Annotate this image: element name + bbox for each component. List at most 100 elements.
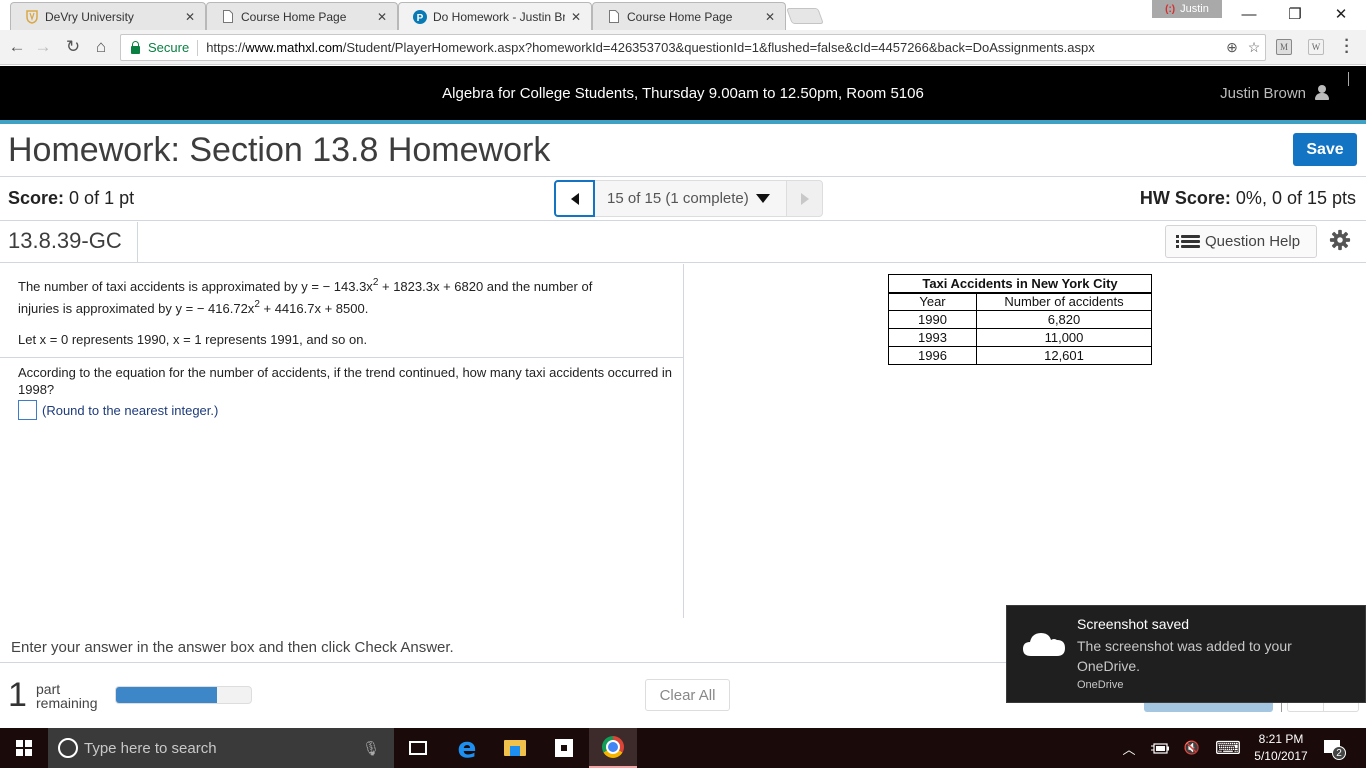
caret-down-icon (755, 194, 770, 203)
task-view-button[interactable] (394, 728, 442, 768)
question-select-dropdown[interactable]: 15 of 15 (1 complete) (595, 180, 786, 217)
question-equations: The number of taxi accidents is approxim… (18, 276, 678, 320)
profile-icon: (:) (1165, 3, 1176, 15)
tab-course-home-page[interactable]: Course Home Page ✕ (206, 2, 398, 30)
store-icon (555, 739, 573, 757)
question-score: Score: 0 of 1 pt (8, 188, 134, 209)
table-cell-year: 1996 (888, 346, 977, 365)
address-bar[interactable]: Secure https://www.mathxl.com/Student/Pl… (120, 34, 1266, 61)
zoom-icon[interactable]: ⊕ (1221, 39, 1243, 56)
question-prompt: According to the equation for the number… (18, 365, 672, 397)
accidents-equation-text-cont: + 1823.3x + 6820 and the number of (378, 279, 593, 294)
browser-toolbar: ← → ↻ ⌂ Secure https://www.mathxl.com/St… (0, 30, 1366, 65)
toast-title: Screenshot saved (1077, 616, 1190, 632)
close-window-button[interactable]: ✕ (1318, 0, 1364, 28)
table-header-row: Year Number of accidents (888, 292, 1152, 311)
table-cell-accidents: 12,601 (976, 346, 1152, 365)
close-icon[interactable]: ✕ (377, 10, 387, 24)
battery-icon[interactable] (1148, 728, 1172, 768)
toast-app-name: OneDrive (1077, 679, 1124, 691)
taskbar-search-box[interactable]: Type here to search 🎙 (48, 728, 394, 768)
question-select-value: 15 of 15 (1 complete) (607, 190, 749, 207)
extension-w-icon[interactable]: W (1308, 39, 1324, 55)
url-text[interactable]: https://www.mathxl.com/Student/PlayerHom… (206, 40, 1221, 55)
header-divider (1348, 72, 1349, 86)
start-button[interactable] (0, 728, 48, 768)
forward-button[interactable]: → (32, 36, 54, 58)
file-explorer-icon (504, 740, 526, 756)
previous-question-button[interactable] (554, 180, 595, 217)
tab-title: Course Home Page (627, 9, 733, 24)
question-navigator: 15 of 15 (1 complete) (554, 180, 823, 217)
close-icon[interactable]: ✕ (571, 10, 581, 24)
save-button[interactable]: Save (1293, 133, 1357, 166)
taskbar-chrome[interactable] (589, 728, 637, 768)
secure-label: Secure (148, 40, 190, 55)
divider (0, 262, 1366, 263)
injuries-equation-text: injuries is approximated by y = − 416.72… (18, 301, 255, 316)
windows-logo-icon (16, 740, 32, 756)
clock-date: 5/10/2017 (1254, 749, 1308, 763)
touch-keyboard-icon[interactable]: ⌨ (1214, 728, 1242, 768)
onedrive-notification[interactable]: Screenshot saved The screenshot was adde… (1006, 605, 1366, 703)
extension-m-icon[interactable]: M (1276, 39, 1292, 55)
table-cell-year: 1990 (888, 310, 977, 329)
back-button[interactable]: ← (6, 36, 28, 58)
toast-body: The screenshot was added to your OneDriv… (1077, 638, 1292, 674)
table-cell-accidents: 6,820 (976, 310, 1152, 329)
answer-hint: (Round to the nearest integer.) (42, 402, 219, 418)
microphone-icon[interactable]: 🎙 (362, 740, 380, 757)
tab-do-homework[interactable]: P Do Homework - Justin Br ✕ (398, 2, 592, 30)
user-icon[interactable] (1315, 85, 1329, 101)
question-id-separator (137, 222, 138, 262)
home-button[interactable]: ⌂ (90, 36, 112, 58)
minimize-button[interactable]: — (1226, 0, 1272, 28)
action-center-button[interactable]: 2 (1322, 738, 1346, 760)
restore-button[interactable]: ❐ (1272, 0, 1318, 28)
show-hidden-icons-chevron[interactable]: ︿ (1118, 728, 1140, 768)
url-path: /Student/PlayerHomework.aspx?homeworkId=… (342, 40, 1095, 55)
table-cell-accidents: 11,000 (976, 328, 1152, 347)
new-tab-button[interactable] (786, 8, 824, 24)
parts-remaining-count: 1 (8, 676, 27, 714)
divider (0, 176, 1366, 177)
list-icon (1176, 234, 1200, 250)
gear-icon[interactable] (1329, 229, 1351, 251)
question-help-button[interactable]: Question Help (1165, 225, 1317, 258)
taskbar-store[interactable] (540, 728, 588, 768)
clear-all-button[interactable]: Clear All (645, 679, 730, 711)
chrome-icon (602, 736, 624, 758)
next-question-button[interactable] (786, 180, 823, 217)
close-icon[interactable]: ✕ (185, 10, 195, 24)
profile-name: Justin (1180, 3, 1209, 15)
course-title: Algebra for College Students, Thursday 9… (442, 85, 924, 102)
tab-course-home-page-2[interactable]: Course Home Page ✕ (592, 2, 786, 30)
devry-shield-icon (25, 9, 39, 24)
page-title: Homework: Section 13.8 Homework (8, 131, 551, 169)
user-name[interactable]: Justin Brown (1220, 85, 1306, 102)
taskbar-edge[interactable]: e (443, 728, 491, 768)
triangle-left-icon (570, 192, 579, 205)
question-divider (0, 357, 684, 358)
taskbar-clock[interactable]: 8:21 PM 5/10/2017 (1246, 731, 1316, 765)
taskbar-file-explorer[interactable] (491, 728, 539, 768)
page-icon (607, 10, 621, 24)
reload-button[interactable]: ↻ (62, 36, 84, 58)
tab-devry-university[interactable]: DeVry University ✕ (10, 2, 206, 30)
parts-remaining-label: part remaining (36, 682, 97, 710)
tab-title: DeVry University (45, 9, 134, 24)
hw-score-value: 0%, 0 of 15 pts (1235, 188, 1356, 208)
accidents-equation-text: The number of taxi accidents is approxim… (18, 279, 373, 294)
lock-icon (131, 40, 140, 54)
close-icon[interactable]: ✕ (765, 10, 775, 24)
profile-chip[interactable]: (:) Justin (1152, 0, 1222, 18)
tab-title: Do Homework - Justin Br (433, 9, 565, 24)
hw-score-label: HW Score: (1139, 188, 1231, 208)
volume-muted-icon[interactable]: 🔇 (1180, 728, 1204, 768)
browser-menu-icon[interactable]: · · · (1342, 33, 1352, 61)
answer-input[interactable] (18, 400, 37, 420)
bookmark-star-icon[interactable]: ☆ (1243, 39, 1265, 56)
url-host: www.mathxl.com (245, 40, 343, 55)
pearson-p-icon: P (413, 9, 427, 24)
injuries-equation-text-cont: + 4416.7x + 8500. (259, 301, 369, 316)
